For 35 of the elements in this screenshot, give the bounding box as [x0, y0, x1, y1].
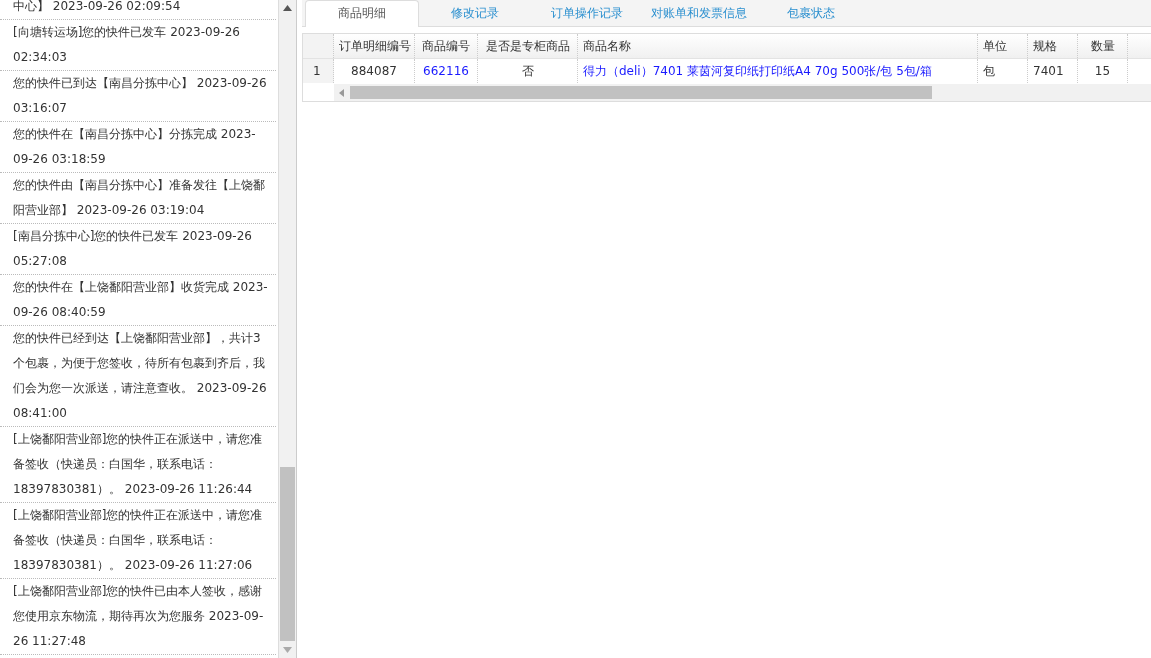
column-header[interactable]: 规格	[1028, 34, 1078, 58]
column-header[interactable]: 数量	[1078, 34, 1128, 58]
table-cell: 得力（deli）7401 莱茵河复印纸打印纸A4 70g 500张/包 5包/箱	[578, 59, 978, 83]
tab[interactable]: 商品明细	[305, 0, 419, 27]
tracking-entry: 您的快件在【上饶鄱阳营业部】收货完成 2023-09-26 08:40:59	[0, 275, 277, 326]
column-header[interactable]: 是否是专柜商品	[478, 34, 578, 58]
table-cell: 包	[978, 59, 1028, 83]
tracking-entry: [南昌分拣中心]您的快件已发车 2023-09-26 05:27:08	[0, 224, 277, 275]
table-cell: 15	[1078, 59, 1128, 83]
tracking-entry: 您的快件在【南昌分拣中心】分拣完成 2023-09-26 03:18:59	[0, 122, 277, 173]
table-cell: 662116	[415, 59, 478, 83]
scrollbar[interactable]	[278, 0, 296, 658]
tracking-entry: [上饶鄱阳营业部]您的快件正在派送中，请您准备签收（快递员：白国华，联系电话：18397830381）。 2023-09-26 11:26:44	[0, 427, 277, 503]
column-header[interactable]: 单位	[978, 34, 1028, 58]
column-header[interactable]: 商品名称	[578, 34, 978, 58]
row-number: 1	[303, 59, 334, 83]
column-header[interactable]: 商品编号	[415, 34, 478, 58]
scroll-thumb[interactable]	[350, 86, 932, 99]
scroll-left-icon[interactable]	[339, 88, 344, 97]
table-cell: 否	[478, 59, 578, 83]
tracking-entry: [上饶鄱阳营业部]您的快件已由本人签收，感谢您使用京东物流，期待再次为您服务 2023-09-26 11:27:48	[0, 579, 277, 655]
table-cell: 7401	[1028, 59, 1078, 83]
corner-header	[303, 34, 334, 58]
column-header[interactable]: 订单明细编号	[334, 34, 415, 58]
tracking-entry: [上饶鄱阳营业部]您的快件正在派送中，请您准备签收（快递员：白国华，联系电话：18397830381）。 2023-09-26 11:27:06	[0, 503, 277, 579]
scroll-down-icon[interactable]	[283, 647, 293, 653]
table-cell: 884087	[334, 59, 415, 83]
tracking-entry: 您的快件已经到达【上饶鄱阳营业部】，共计3个包裹，为便于您签收，待所有包裹到齐后，我们会为您一次派送，请注意查收。 2023-09-26 08:41:00	[0, 326, 277, 427]
tracking-entry: [向塘转运场]您的快件已发车 2023-09-26 02:34:03	[0, 20, 277, 71]
scroll-thumb[interactable]	[280, 467, 295, 641]
tracking-entry: 您的快件已到达【南昌分拣中心】 2023-09-26 03:16:07	[0, 71, 277, 122]
scroll-up-icon[interactable]	[283, 5, 293, 11]
horizontal-scrollbar[interactable]	[334, 84, 1151, 101]
tracking-entry: 您的快件由【南昌分拣中心】准备发往【上饶鄱阳营业部】 2023-09-26 03:19:04	[0, 173, 277, 224]
tracking-entry: 中心】 2023-09-26 02:09:54	[0, 0, 277, 20]
